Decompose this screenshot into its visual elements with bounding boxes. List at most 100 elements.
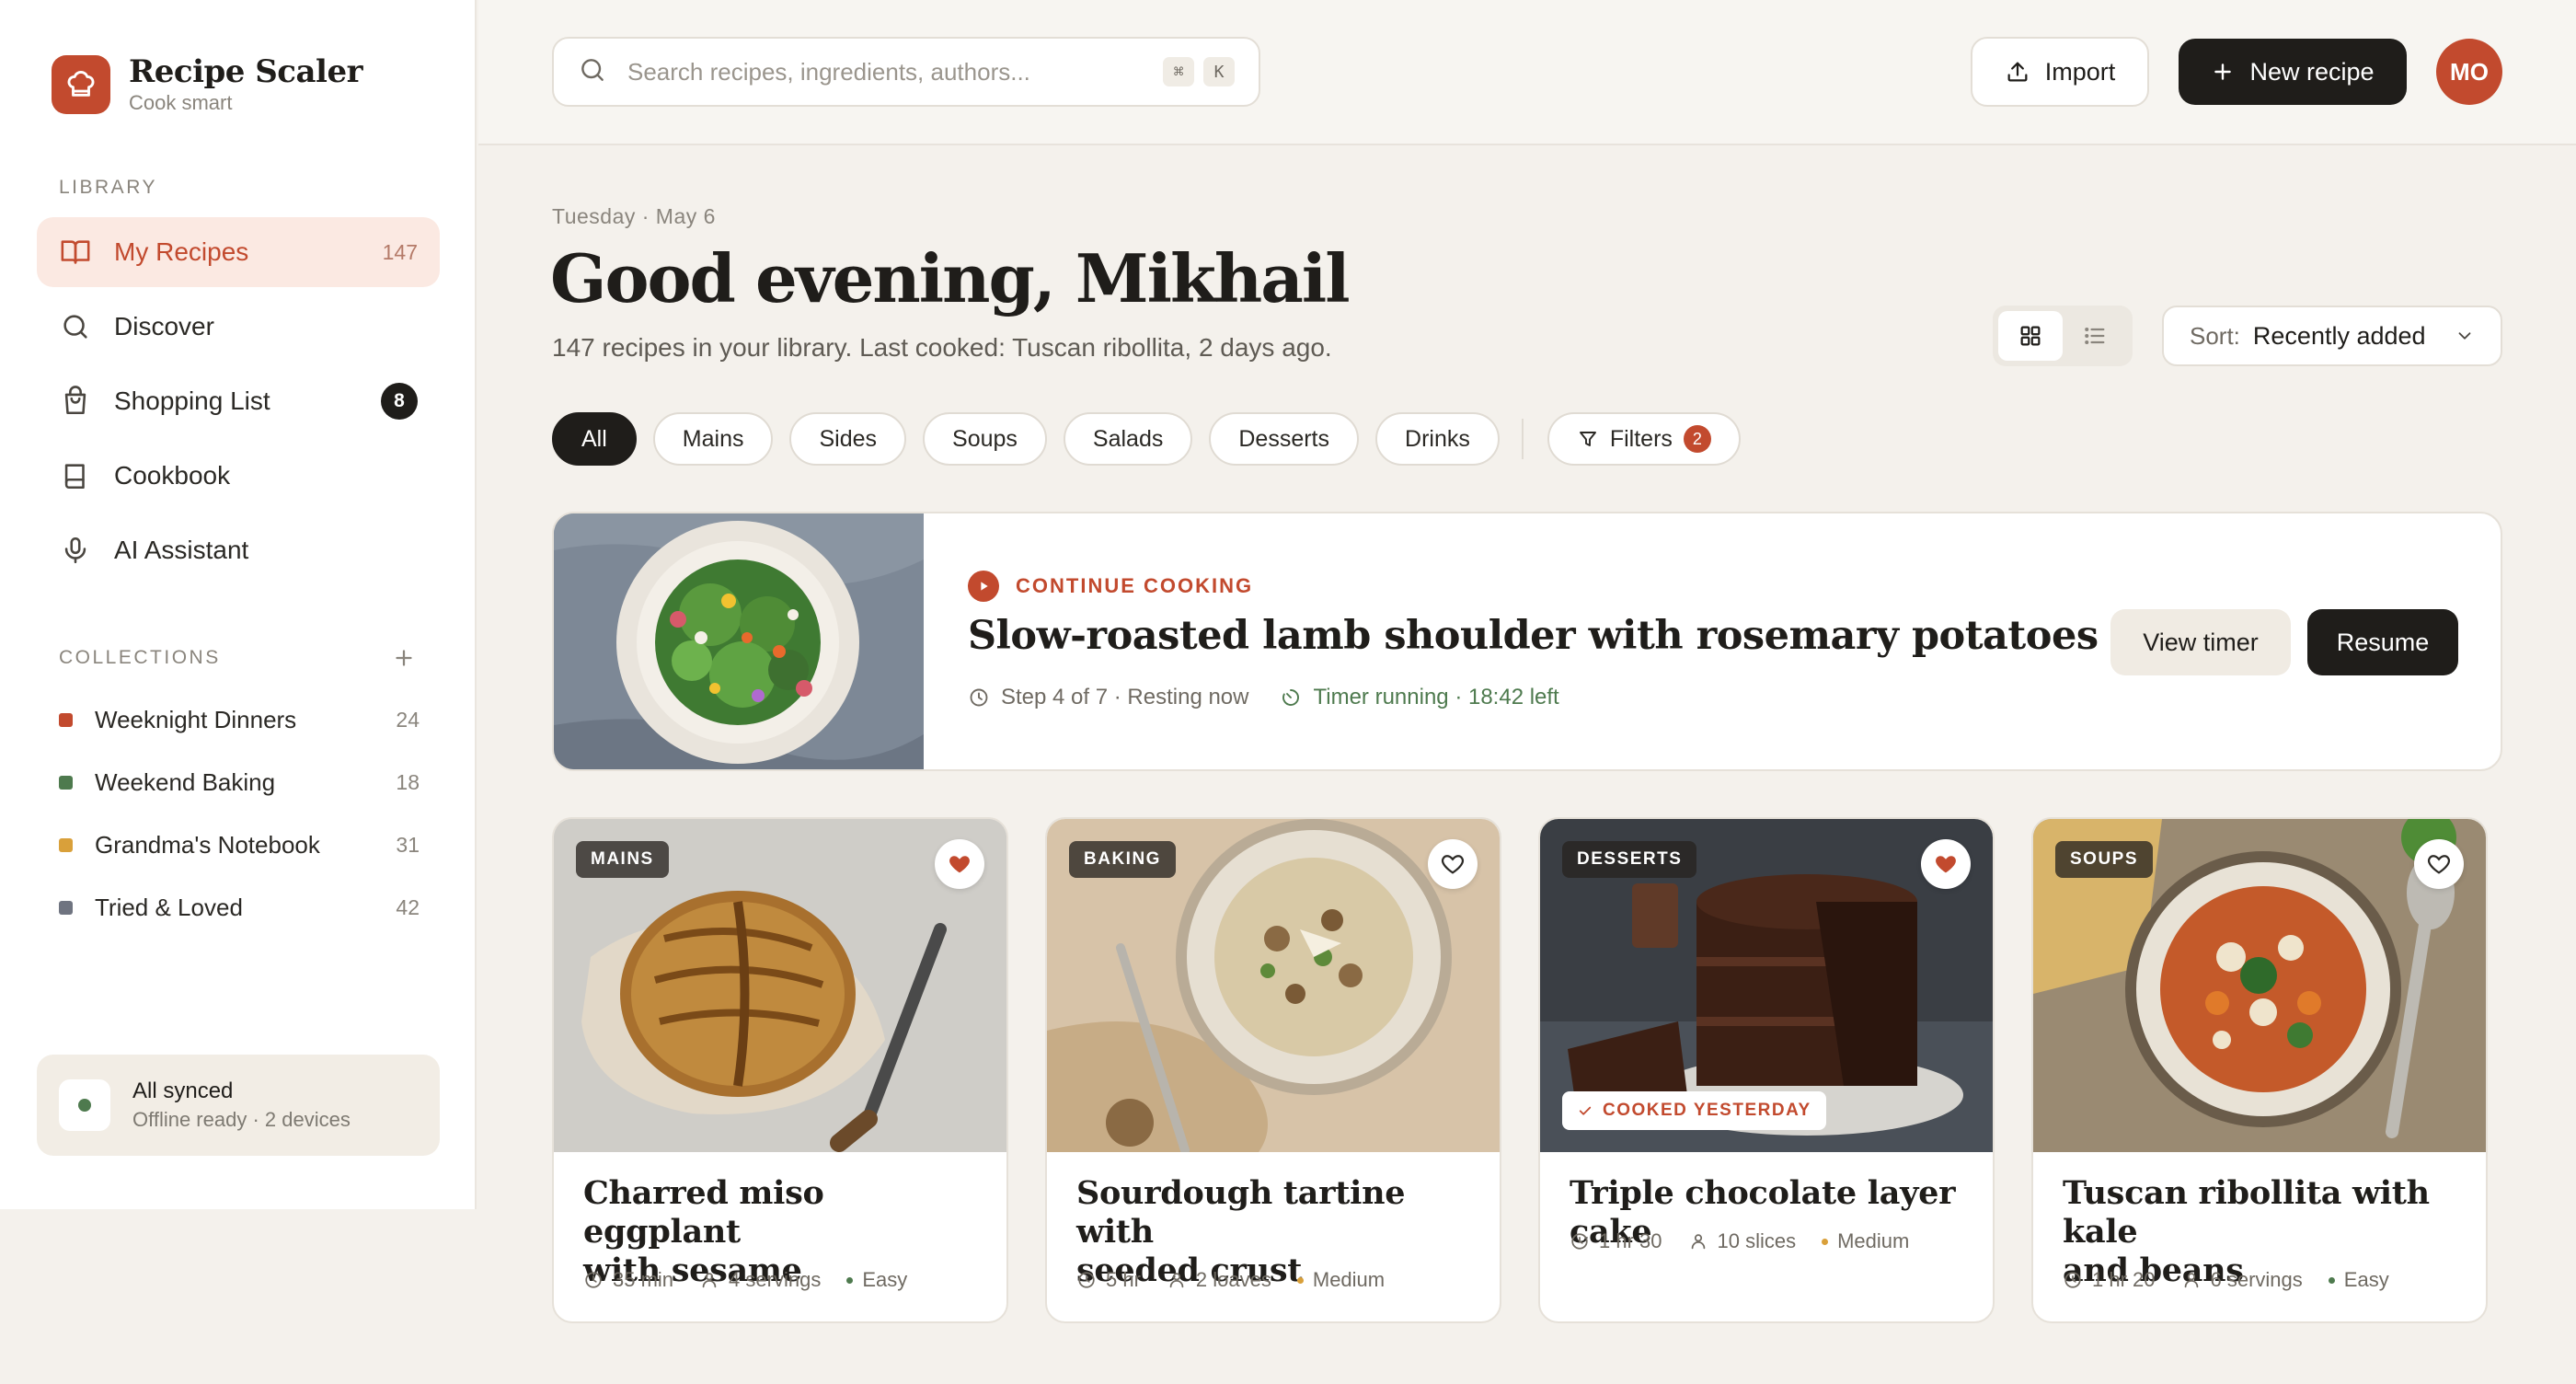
favorite-button[interactable] [1921,839,1971,889]
new-recipe-button[interactable]: New recipe [2179,39,2407,105]
collection-item[interactable]: Weekend Baking 18 [59,751,420,813]
recipe-time: 35 min [613,1268,674,1291]
nav-item-cookbook[interactable]: Cookbook [37,441,440,511]
step-status: Step 4 of 7 · Resting now [1001,685,1249,709]
import-label: Import [2044,57,2116,86]
collection-color-dot [59,837,73,852]
check-icon [1577,1102,1593,1119]
category-tag: DESSERTS [1562,841,1697,878]
category-tag: MAINS [576,841,669,878]
heart-filled-icon [947,851,972,877]
chef-hat-icon [52,55,110,114]
recipe-meta: 1 hr 30 10 slices Medium [1570,1229,1935,1253]
filters-count-badge: 2 [1683,425,1711,453]
search-input[interactable] [627,57,1154,86]
list-icon [2082,323,2108,349]
chip-drinks[interactable]: Drinks [1375,412,1500,466]
favorite-button[interactable] [935,839,984,889]
search-box[interactable]: ⌘ K [552,37,1260,107]
category-tag: SOUPS [2055,841,2154,878]
search-icon [59,310,92,343]
shortcut-key-k: K [1203,57,1235,86]
person-icon [2184,1273,2198,1288]
clock-icon [968,686,990,709]
chip-all[interactable]: All [552,412,637,466]
recipe-meta: 5 hr 2 loaves Medium [1076,1268,1410,1292]
recipe-difficulty: Easy [862,1268,908,1291]
kicker-label: CONTINUE COOKING [1016,574,1254,597]
difficulty-dot [1822,1238,1829,1245]
recipe-yield: 2 loaves [1195,1268,1271,1291]
current-date: Tuesday · May 6 [552,204,716,228]
collection-count: 18 [396,769,420,794]
nav-label: Shopping List [114,386,270,415]
favorite-button[interactable] [1428,839,1478,889]
heart-outline-icon [2426,851,2452,877]
collections-label: COLLECTIONS [59,647,221,668]
search-icon [578,55,607,89]
avatar[interactable]: MO [2436,39,2502,105]
clock-icon [1078,1272,1095,1288]
book-open-icon [59,236,92,269]
nav-label: Cookbook [114,461,231,490]
collection-label: Weekend Baking [95,767,276,796]
nav-label: My Recipes [114,237,249,266]
list-view-button[interactable] [2063,311,2127,361]
view-timer-button[interactable]: View timer [2110,609,2291,675]
collection-label: Grandma's Notebook [95,830,320,859]
brand[interactable]: Recipe Scaler Cook smart [52,53,363,116]
collection-color-dot [59,775,73,790]
difficulty-dot [846,1276,854,1284]
microphone-icon [59,534,92,567]
chip-sides[interactable]: Sides [789,412,907,466]
filters-button[interactable]: Filters 2 [1547,412,1741,466]
collection-item[interactable]: Weeknight Dinners 24 [59,688,420,751]
recipe-card[interactable]: DESSERTS COOKED YESTERDAY Triple chocola… [1538,817,1995,1323]
nav-item-shopping-list[interactable]: Shopping List 8 [37,366,440,436]
import-button[interactable]: Import [1971,37,2149,107]
continue-cooking-card[interactable]: CONTINUE COOKING Slow-roasted lamb shoul… [552,512,2502,771]
chip-soups[interactable]: Soups [923,412,1047,466]
collection-item[interactable]: Grandma's Notebook 31 [59,813,420,876]
shortcut-key-cmd: ⌘ [1163,57,1194,86]
timer-status: Timer running · 18:42 left [1280,685,1559,710]
new-recipe-label: New recipe [2249,57,2375,86]
chip-divider [1521,419,1524,459]
nav-item-my-recipes[interactable]: My Recipes 147 [37,217,440,287]
collection-item[interactable]: Tried & Loved 42 [59,876,420,939]
shopping-count-badge: 8 [381,383,418,420]
recipe-meta: 35 min 4 servings Easy [583,1268,933,1292]
favorite-button[interactable] [2414,839,2464,889]
resume-button[interactable]: Resume [2307,609,2458,675]
chip-desserts[interactable]: Desserts [1209,412,1360,466]
collection-color-dot [59,712,73,727]
recipe-grid: MAINS Charred miso eggplant with sesame … [552,817,2502,1325]
nav-item-discover[interactable]: Discover [37,292,440,362]
person-icon [1691,1234,1705,1250]
sort-dropdown[interactable]: Sort: Recently added [2162,306,2502,366]
grid-view-button[interactable] [1998,311,2063,361]
chip-mains[interactable]: Mains [652,412,774,466]
timer-icon [1280,686,1302,709]
heart-outline-icon [1440,851,1466,877]
grid-icon [2018,323,2043,349]
recipe-meta: 1 hr 20 6 servings Easy [2063,1268,2415,1292]
sync-status[interactable]: All synced Offline ready · 2 devices [37,1055,440,1156]
recipe-card[interactable]: BAKING Sourdough tartine with seeded cru… [1045,817,1501,1323]
nav-item-ai-assistant[interactable]: AI Assistant [37,515,440,585]
cooked-yesterday-badge: COOKED YESTERDAY [1562,1091,1826,1130]
sync-status-icon [59,1079,110,1131]
clock-icon [1571,1233,1588,1250]
recipe-yield: 4 servings [729,1268,822,1291]
app-tagline: Cook smart [129,91,233,114]
nav-label: AI Assistant [114,536,249,564]
upload-icon [2005,59,2030,85]
collection-label: Weeknight Dinners [95,705,297,733]
library-summary: 147 recipes in your library. Last cooked… [552,333,1332,362]
recipe-time: 5 hr [1106,1268,1141,1291]
add-collection-icon[interactable] [390,644,418,672]
recipe-card[interactable]: MAINS Charred miso eggplant with sesame … [552,817,1008,1323]
chip-salads[interactable]: Salads [1063,412,1193,466]
recipe-card[interactable]: SOUPS Tuscan ribollita with kale and bea… [2031,817,2488,1323]
category-filter-chips: All Mains Sides Soups Salads Desserts Dr… [552,412,1757,466]
